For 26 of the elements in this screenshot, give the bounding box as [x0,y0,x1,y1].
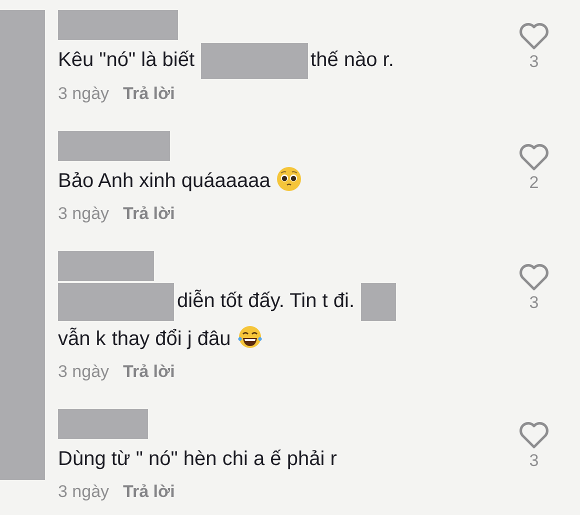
comment-text: vẫn k [58,328,106,350]
reply-link[interactable]: Trả lời [123,356,175,387]
comment-age: 3 ngày [58,202,110,225]
like-count: 3 [529,292,539,313]
comment-age: 3 ngày [58,82,110,105]
comment-text: thay đổi j đâu [112,328,231,350]
comment-text: Dùng từ " nó" hèn chi a ế phải r [58,448,337,470]
comment-text: Kêu "nó" là biết [58,49,195,71]
laughing-face-emoji-icon [236,324,263,350]
comment-age: 3 ngày [58,480,110,503]
comment-text: Bảo Anh xinh quáaaaaa [58,170,270,192]
pleading-face-emoji-icon [276,166,302,192]
like-count: 3 [529,450,539,471]
reply-link[interactable]: Trả lời [123,198,175,229]
heart-icon[interactable] [519,142,549,171]
heart-icon[interactable] [519,262,549,291]
comment-age: 3 ngày [58,360,110,383]
heart-icon[interactable] [519,420,549,449]
comment-text: thế nào r. [310,49,394,71]
comment-text: diễn tốt đấy. Tin t đi. [177,290,355,312]
reply-link[interactable]: Trả lời [123,78,175,109]
like-count: 3 [529,52,539,72]
redaction-bar [360,282,396,321]
like-count: 2 [529,172,539,193]
heart-icon[interactable] [519,22,549,50]
reply-link[interactable]: Trả lời [123,476,175,507]
